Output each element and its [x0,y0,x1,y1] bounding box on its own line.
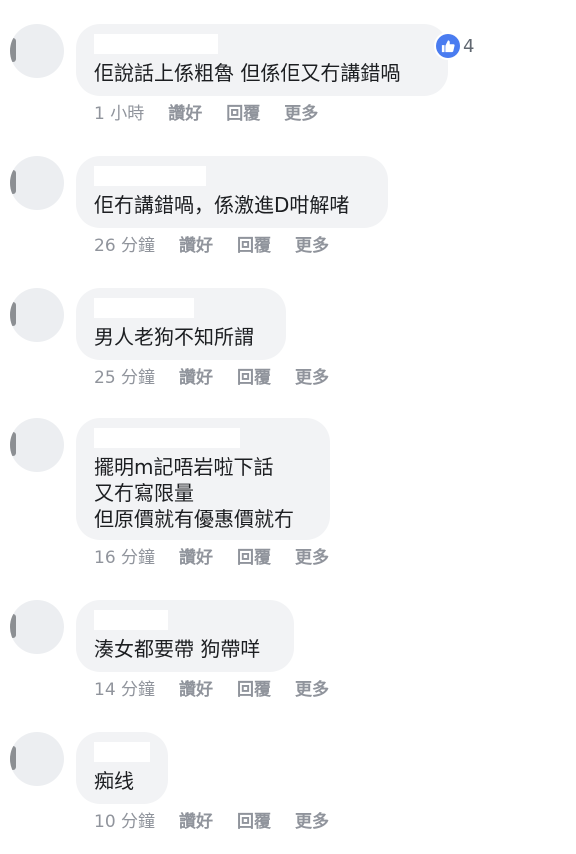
like-link[interactable]: 讚好 [179,678,213,702]
comment-bubble: 擺明m記唔岩啦下話 又冇寫限量 但原價就有優惠價就冇 [76,418,330,540]
comment-meta: 26 分鐘 讚好 回覆 更多 [94,234,329,258]
reply-link[interactable]: 回覆 [237,810,271,834]
comment-text: 擺明m記唔岩啦下話 又冇寫限量 但原價就有優惠價就冇 [94,454,294,532]
more-link[interactable]: 更多 [295,546,329,570]
like-link[interactable]: 讚好 [168,102,202,126]
comment-text: 佢冇講錯喎，係激進D咁解啫 [94,192,349,218]
comment-text: 痴线 [94,768,134,794]
comment-line: 男人老狗不知所謂 [94,325,254,349]
comment-text: 佢說話上係粗魯 但係佢又冇講錯喎 [94,60,400,86]
comment-text: 湊女都要帶 狗帶咩 [94,636,260,662]
more-link[interactable]: 更多 [284,102,318,126]
more-link[interactable]: 更多 [295,678,329,702]
more-link[interactable]: 更多 [295,234,329,258]
comment-bubble: 男人老狗不知所謂 [76,288,286,360]
comment-meta: 10 分鐘 讚好 回覆 更多 [94,810,329,834]
reaction-summary[interactable]: 4 [434,32,479,60]
comment-line: 但原價就有優惠價就冇 [94,507,294,531]
like-link[interactable]: 讚好 [179,810,213,834]
thumbs-up-icon [436,34,460,58]
reply-link[interactable]: 回覆 [237,234,271,258]
avatar[interactable] [10,24,64,78]
like-link[interactable]: 讚好 [179,546,213,570]
avatar[interactable] [10,732,64,786]
comment-line: 佢說話上係粗魯 但係佢又冇講錯喎 [94,61,401,85]
comment-bubble: 佢說話上係粗魯 但係佢又冇講錯喎 [76,24,448,96]
more-link[interactable]: 更多 [295,366,329,390]
redacted-name[interactable] [94,298,194,318]
avatar[interactable] [10,156,64,210]
like-link[interactable]: 讚好 [179,234,213,258]
comment-meta: 25 分鐘 讚好 回覆 更多 [94,366,329,390]
reply-link[interactable]: 回覆 [237,678,271,702]
comment-bubble: 痴线 [76,732,168,804]
redacted-name[interactable] [94,428,240,448]
comment-meta: 16 分鐘 讚好 回覆 更多 [94,546,329,570]
comment-bubble: 湊女都要帶 狗帶咩 [76,600,294,672]
comment-line: 佢冇講錯喎，係激進D咁解啫 [94,193,350,217]
more-link[interactable]: 更多 [295,810,329,834]
timestamp[interactable]: 26 分鐘 [94,234,155,258]
comment-meta: 1 小時 讚好 回覆 更多 [94,102,318,126]
timestamp[interactable]: 10 分鐘 [94,810,155,834]
reply-link[interactable]: 回覆 [237,366,271,390]
reaction-count: 4 [463,35,475,57]
avatar[interactable] [10,600,64,654]
reply-link[interactable]: 回覆 [226,102,260,126]
comment-line: 湊女都要帶 狗帶咩 [94,637,261,661]
comment-bubble: 佢冇講錯喎，係激進D咁解啫 [76,156,388,228]
timestamp[interactable]: 25 分鐘 [94,366,155,390]
like-link[interactable]: 讚好 [179,366,213,390]
avatar[interactable] [10,418,64,472]
timestamp[interactable]: 1 小時 [94,102,144,126]
comment-line: 又冇寫限量 [94,481,194,505]
redacted-name[interactable] [94,610,168,630]
reply-link[interactable]: 回覆 [237,546,271,570]
comment-line: 痴线 [94,769,134,793]
avatar[interactable] [10,288,64,342]
comment-line: 擺明m記唔岩啦下話 [94,455,274,479]
comment-meta: 14 分鐘 讚好 回覆 更多 [94,678,329,702]
timestamp[interactable]: 14 分鐘 [94,678,155,702]
comment-text: 男人老狗不知所謂 [94,324,254,350]
redacted-name[interactable] [94,166,206,186]
redacted-name[interactable] [94,742,150,762]
timestamp[interactable]: 16 分鐘 [94,546,155,570]
redacted-name[interactable] [94,34,218,54]
